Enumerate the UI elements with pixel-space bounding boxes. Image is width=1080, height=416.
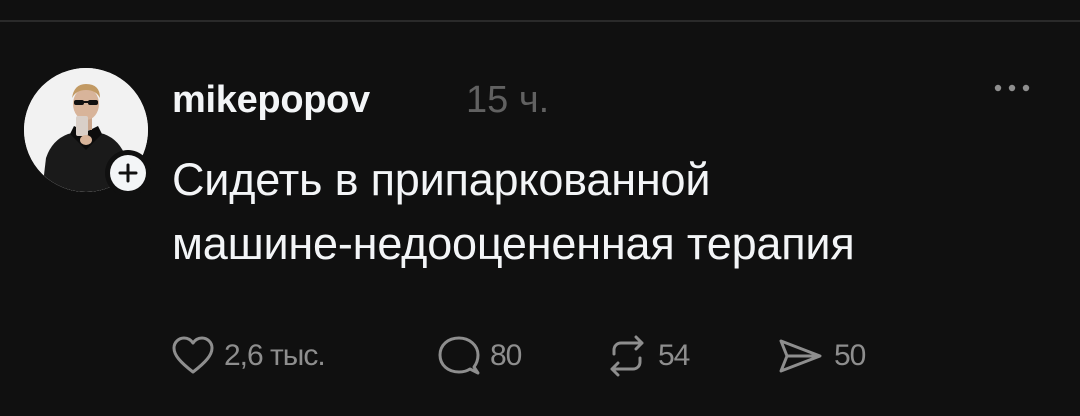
repost-icon bbox=[610, 335, 644, 377]
comment-bubble-icon bbox=[438, 336, 480, 375]
send-icon bbox=[779, 339, 822, 373]
repost-count: 54 bbox=[658, 339, 690, 372]
post-timestamp: 15 ч. bbox=[466, 79, 550, 121]
plus-icon bbox=[110, 155, 146, 191]
post-text-line: Сидеть в припаркованной bbox=[172, 154, 711, 205]
like-count: 2,6 тыс. bbox=[224, 339, 326, 372]
more-horizontal-icon bbox=[994, 84, 1030, 92]
share-count: 50 bbox=[834, 339, 866, 372]
post-text-line: машине-недооцененная терапия bbox=[172, 218, 855, 269]
heart-icon bbox=[172, 336, 214, 374]
reply-button[interactable]: 80 bbox=[436, 334, 522, 378]
share-button[interactable]: 50 bbox=[776, 334, 866, 378]
post-text: Сидеть в припаркованной машине-недооцене… bbox=[172, 148, 1052, 276]
top-divider bbox=[0, 20, 1080, 22]
repost-button[interactable]: 54 bbox=[604, 334, 690, 378]
more-options-button[interactable] bbox=[990, 78, 1034, 98]
like-button[interactable]: 2,6 тыс. bbox=[170, 334, 326, 378]
reply-count: 80 bbox=[490, 339, 522, 372]
follow-button[interactable] bbox=[105, 150, 151, 196]
username[interactable]: mikepopov bbox=[172, 76, 370, 124]
